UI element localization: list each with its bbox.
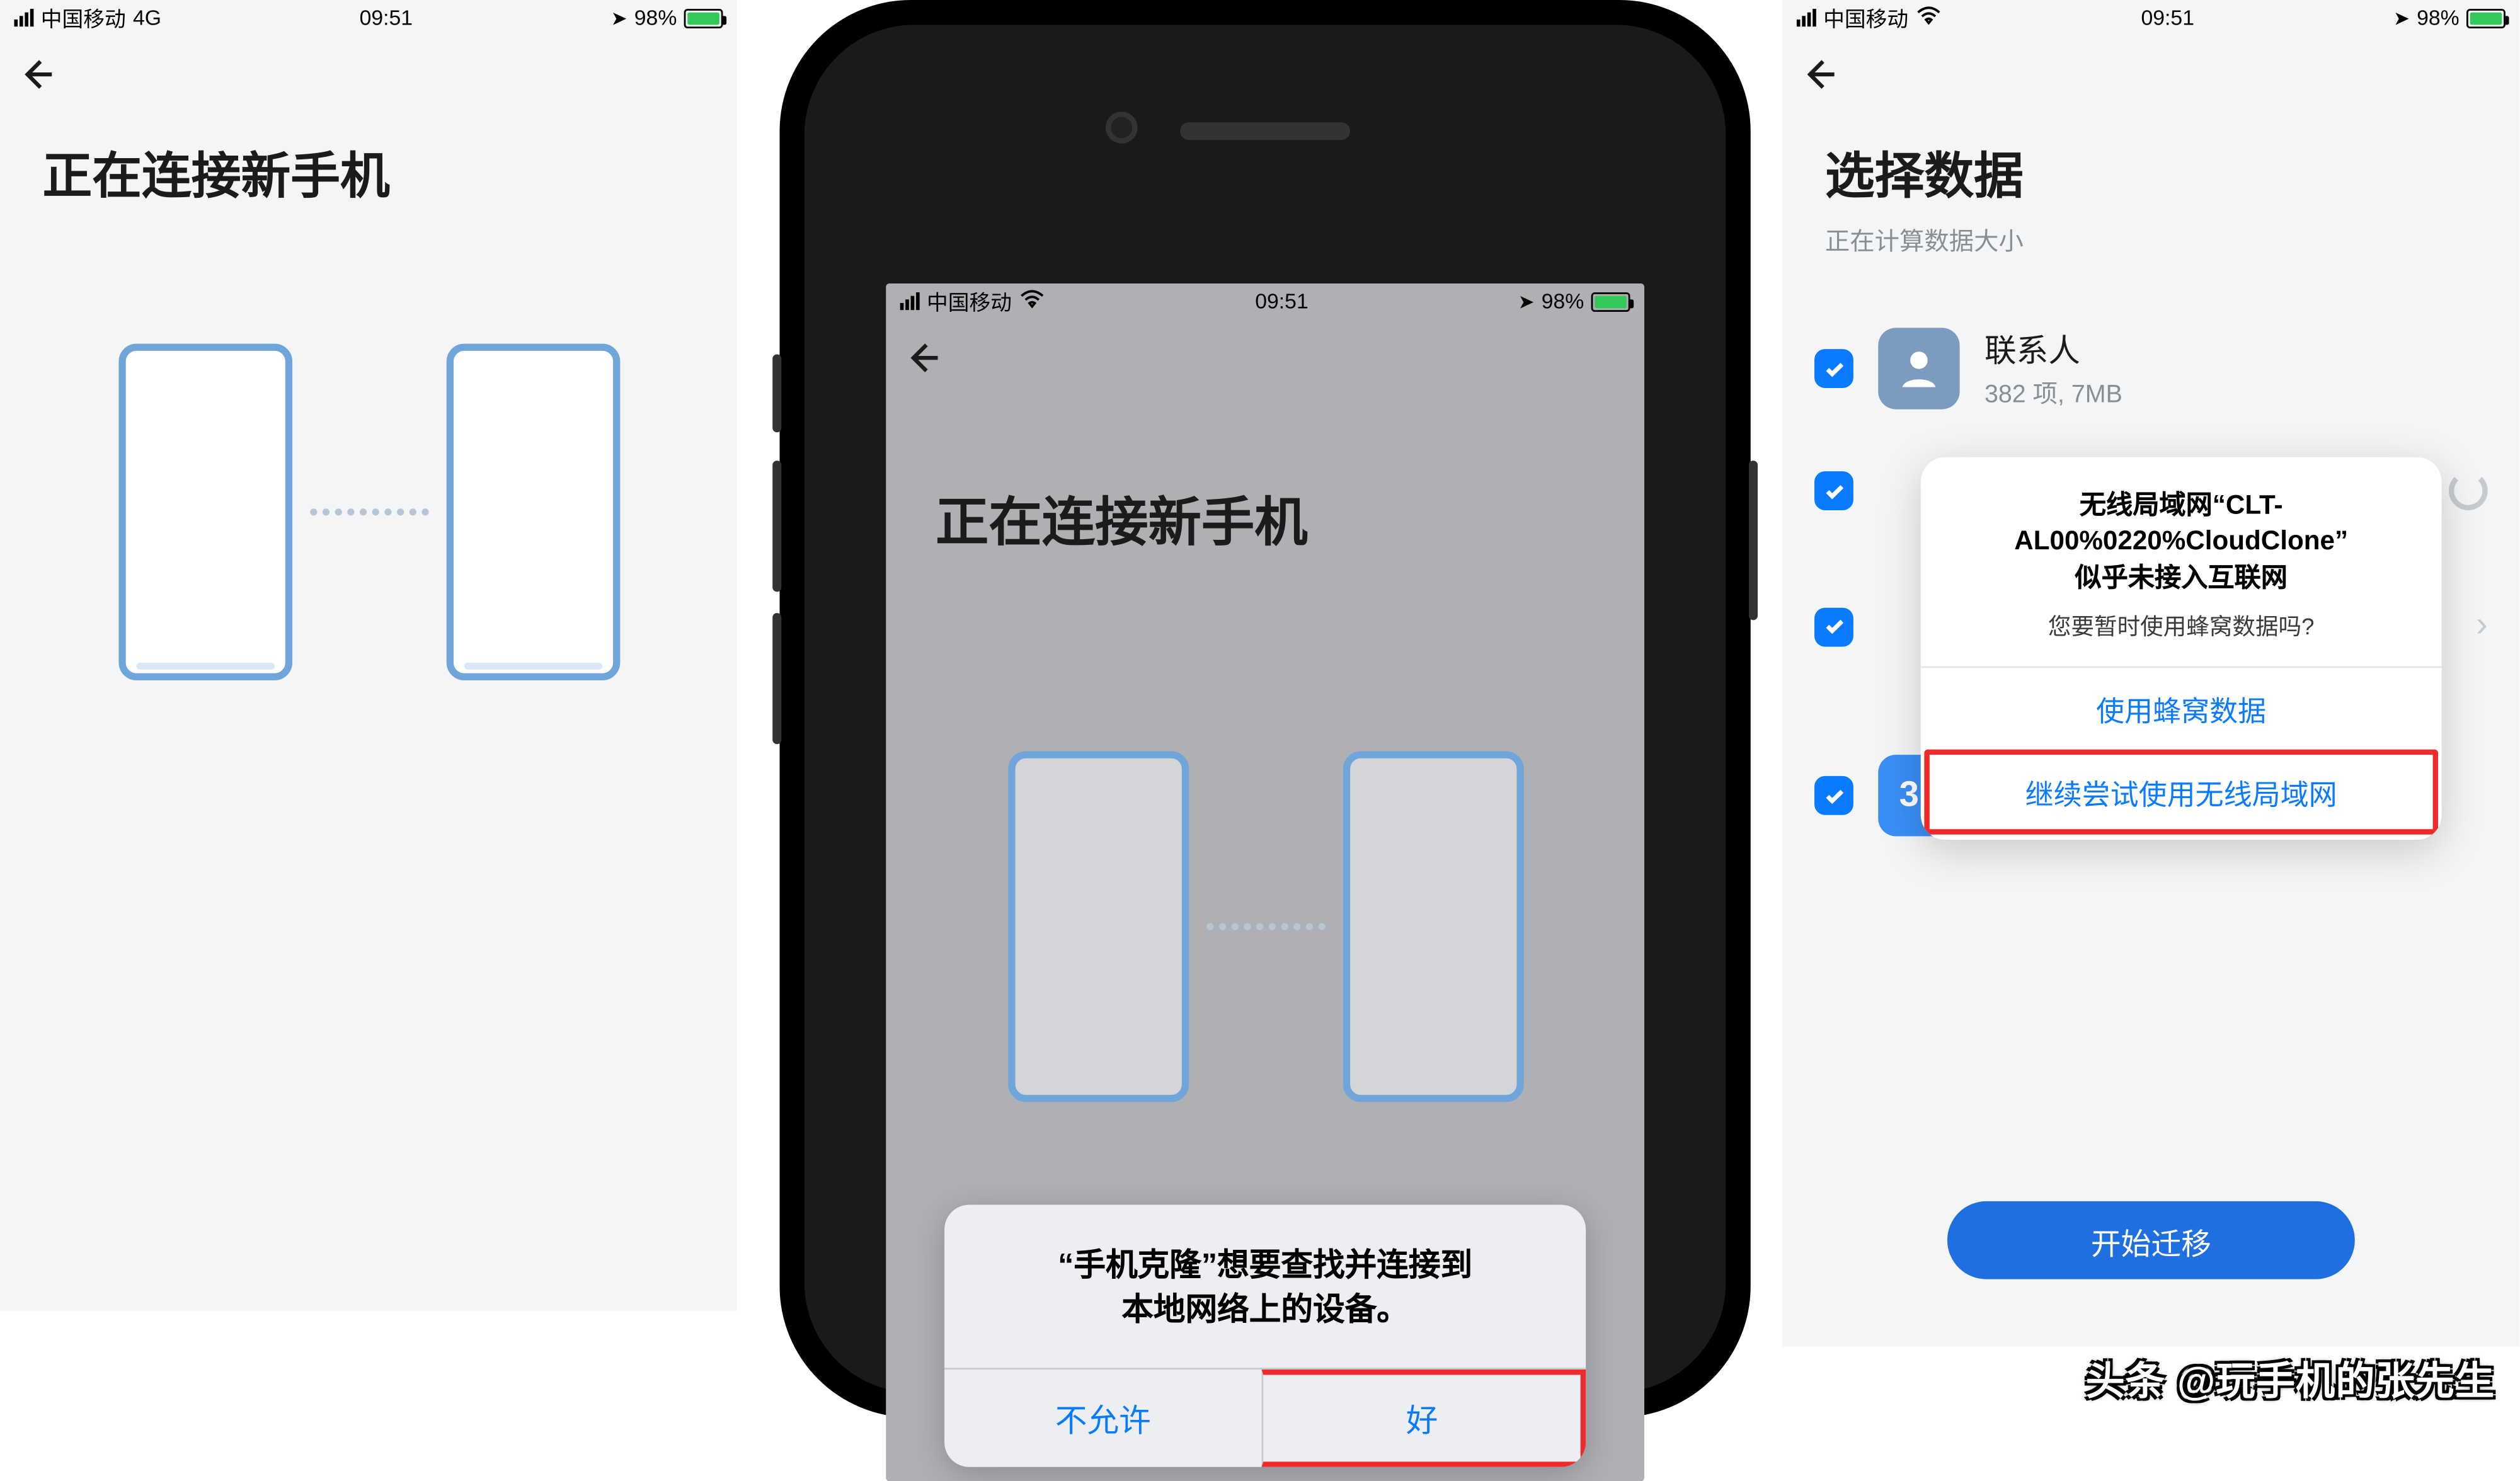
item-detail: 382 项, 7MB [1984,375,2122,411]
use-cellular-button[interactable]: 使用蜂窝数据 [1921,666,2442,751]
phone-old-icon [118,344,292,680]
wifi-icon [1915,5,1942,30]
back-button[interactable] [0,35,78,113]
checkbox-icon[interactable] [1814,776,1853,815]
clock-label: 09:51 [1255,289,1308,313]
chevron-right-icon: › [2476,606,2488,647]
back-arrow-icon [1801,55,1840,94]
checkbox-icon[interactable] [1814,607,1853,646]
carrier-label: 中国移动 [1823,3,1908,33]
carrier-label: 中国移动 [927,286,1012,316]
battery-pct: 98% [2417,5,2460,30]
clock-label: 09:51 [360,5,413,30]
status-bar: 中国移动 4G 09:51 ➤ 98% [0,0,737,35]
signal-icon [900,292,920,310]
page-subtitle: 正在计算数据大小 [1782,220,2519,291]
back-button[interactable] [886,319,964,397]
location-icon: ➤ [2393,6,2410,30]
location-icon: ➤ [1518,290,1535,313]
iphone-device-frame: 中国移动 09:51 ➤ 98% 正在连接新手机 [780,0,1751,1417]
connecting-dots-icon [309,508,428,515]
start-transfer-button[interactable]: 开始迁移 [1947,1201,2355,1279]
phone-old-icon [1007,752,1188,1102]
status-bar: 中国移动 09:51 ➤ 98% [886,283,1644,319]
battery-pct: 98% [634,5,677,30]
connecting-illustration [0,344,737,680]
clock-label: 09:51 [2141,5,2194,30]
camera-icon [1106,112,1138,144]
popover-title: 无线局域网“CLT- AL00%0220%CloudClone” 似乎未接入互联… [1921,457,2442,600]
connecting-dots-icon [1206,923,1324,930]
screenshot-left: 中国移动 4G 09:51 ➤ 98% 正在连接新手机 [0,0,737,1311]
earpiece-icon [1180,122,1350,140]
phone-new-icon [445,344,619,680]
signal-icon [14,9,34,26]
phone-new-icon [1342,752,1523,1102]
checkbox-icon[interactable] [1814,349,1853,388]
screenshot-right: 中国移动 09:51 ➤ 98% 选择数据 正在计算数据大小 [1782,0,2519,1347]
page-title: 正在连接新手机 [886,397,1644,556]
connecting-illustration [886,752,1644,1102]
item-title: 联系人 [1984,326,2122,372]
battery-pct: 98% [1542,289,1584,313]
back-arrow-icon [18,55,57,94]
deny-button[interactable]: 不允许 [944,1369,1261,1467]
keep-trying-wifi-button[interactable]: 继续尝试使用无线局域网 [1924,749,2438,834]
signal-icon [1797,9,1816,26]
status-bar: 中国移动 09:51 ➤ 98% [1782,0,2519,35]
page-title: 选择数据 [1782,113,2519,220]
battery-icon [2466,8,2506,28]
network-label: 4G [133,5,161,30]
back-button[interactable] [1782,35,1860,113]
back-arrow-icon [903,338,942,377]
list-item-contacts[interactable]: 联系人 382 项, 7MB [1811,290,2491,447]
checkbox-icon[interactable] [1814,471,1853,510]
screenshot-center: 中国移动 09:51 ➤ 98% 正在连接新手机 [886,283,1644,1481]
local-network-permission-dialog: “手机克隆”想要查找并连接到 本地网络上的设备。 不允许 好 [944,1204,1586,1467]
allow-button[interactable]: 好 [1262,1369,1586,1467]
location-icon: ➤ [611,6,627,30]
contacts-icon [1878,328,1959,409]
carrier-label: 中国移动 [41,3,126,33]
wifi-icon [1019,289,1045,313]
page-title: 正在连接新手机 [0,113,737,220]
loading-spinner-icon [2449,471,2488,510]
dialog-message: “手机克隆”想要查找并连接到 本地网络上的设备。 [944,1204,1586,1368]
popover-subtitle: 您要暂时使用蜂窝数据吗? [1921,600,2442,666]
wifi-not-connected-popover: 无线局域网“CLT- AL00%0220%CloudClone” 似乎未接入互联… [1921,457,2442,840]
battery-icon [1591,292,1630,311]
watermark: 头条 @玩手机的张先生 [2086,1350,2495,1407]
battery-icon [684,8,723,28]
